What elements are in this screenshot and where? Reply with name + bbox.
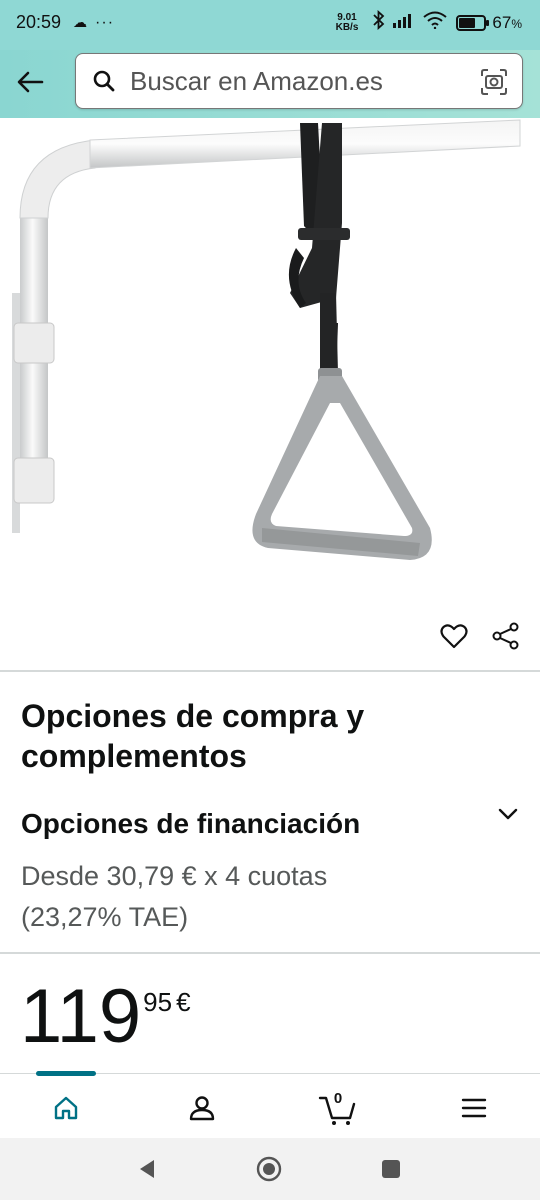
signal-icon bbox=[392, 12, 416, 33]
bluetooth-icon bbox=[372, 9, 386, 35]
financing-details: Desde 30,79 € x 4 cuotas (23,27% TAE) bbox=[21, 861, 328, 932]
clock: 20:59 bbox=[16, 12, 62, 32]
more-notifications-icon: ··· bbox=[95, 13, 115, 31]
section-divider bbox=[0, 952, 540, 954]
triangle-back-icon bbox=[140, 1160, 154, 1178]
cart-icon: 0 bbox=[318, 1090, 358, 1126]
price-currency: € bbox=[176, 987, 191, 1017]
cart-count: 0 bbox=[333, 1090, 343, 1107]
product-price: 119 95 € bbox=[20, 975, 191, 1059]
bottom-nav: 0 bbox=[0, 1071, 540, 1137]
network-speed-value: 9.01 bbox=[337, 11, 357, 23]
battery-level bbox=[459, 17, 476, 28]
square-recents-icon bbox=[382, 1160, 400, 1178]
nav-home[interactable] bbox=[36, 1088, 96, 1128]
status-right: 9.01 KB/s 67% bbox=[335, 9, 522, 35]
chevron-down-icon[interactable] bbox=[494, 800, 522, 828]
battery-percent-value: 67 bbox=[492, 12, 512, 32]
home-icon bbox=[54, 1096, 78, 1120]
active-tab-indicator bbox=[36, 1071, 96, 1076]
wifi-icon bbox=[422, 11, 448, 34]
search-icon bbox=[92, 69, 120, 93]
purchase-options-title: Opciones de compra y complementos bbox=[21, 698, 365, 774]
cloud-icon: ☁ bbox=[73, 14, 88, 30]
account-icon bbox=[189, 1096, 215, 1121]
system-recents-button[interactable] bbox=[378, 1156, 404, 1182]
financing-title[interactable]: Opciones de financiación bbox=[21, 808, 360, 840]
price-fraction: 95 bbox=[143, 987, 173, 1017]
search-header bbox=[0, 50, 540, 118]
status-left: 20:59 ☁ ··· bbox=[16, 12, 114, 33]
search-box[interactable] bbox=[75, 53, 523, 109]
system-navigation-bar bbox=[0, 1138, 540, 1200]
network-speed-unit: KB/s bbox=[335, 21, 359, 33]
system-home-button[interactable] bbox=[256, 1156, 282, 1182]
battery-icon bbox=[456, 14, 490, 31]
back-button[interactable] bbox=[10, 64, 50, 100]
system-back-button[interactable] bbox=[134, 1156, 160, 1182]
network-speed: 9.01 KB/s bbox=[335, 11, 359, 33]
share-icon bbox=[492, 622, 519, 650]
share-button[interactable] bbox=[490, 620, 522, 652]
battery-percent: 67% bbox=[492, 13, 522, 33]
nav-cart[interactable]: 0 bbox=[308, 1088, 368, 1128]
nav-menu[interactable] bbox=[444, 1088, 504, 1128]
battery-percent-unit: % bbox=[511, 16, 522, 31]
camera-search-icon[interactable] bbox=[480, 68, 508, 96]
circle-home-icon bbox=[256, 1156, 282, 1182]
trapeze-bar-illustration bbox=[12, 119, 521, 560]
price-whole: 119 bbox=[20, 974, 142, 1059]
wishlist-button[interactable] bbox=[438, 620, 470, 652]
section-divider bbox=[0, 670, 540, 672]
product-actions bbox=[418, 620, 522, 652]
back-arrow-icon bbox=[17, 71, 44, 93]
search-input[interactable] bbox=[130, 65, 470, 97]
product-image[interactable] bbox=[0, 118, 540, 613]
nav-account[interactable] bbox=[172, 1088, 232, 1128]
menu-icon bbox=[461, 1098, 487, 1118]
status-bar: 20:59 ☁ ··· 9.01 KB/s 67% bbox=[0, 0, 540, 50]
heart-icon bbox=[440, 624, 468, 649]
